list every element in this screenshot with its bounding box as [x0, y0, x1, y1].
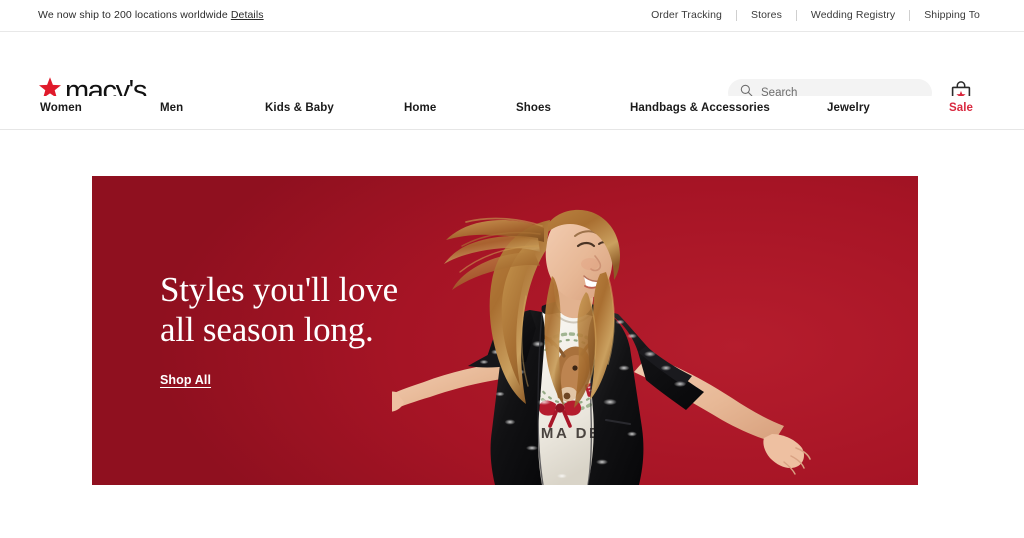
- hero-model-image: MAMA DEER: [392, 209, 811, 485]
- shipping-message: We now ship to 200 locations worldwide D…: [38, 9, 264, 21]
- nav-item-shoes[interactable]: Shoes: [516, 102, 551, 114]
- shipping-details-link[interactable]: Details: [231, 9, 264, 21]
- hero-copy: Styles you'll love all season long. Shop…: [160, 270, 398, 389]
- page-root: We now ship to 200 locations worldwide D…: [0, 0, 1024, 538]
- utility-link-wedding-registry[interactable]: Wedding Registry: [797, 9, 909, 21]
- top-utility-banner: We now ship to 200 locations worldwide D…: [0, 0, 1024, 32]
- shipping-message-text: We now ship to 200 locations worldwide: [38, 9, 228, 21]
- utility-link-stores[interactable]: Stores: [737, 9, 796, 21]
- hero-shop-all-link[interactable]: Shop All: [160, 373, 211, 387]
- hero-stage: MAMA DEER Styles you'll love all season …: [0, 130, 1024, 538]
- nav-item-sale[interactable]: Sale: [949, 102, 973, 114]
- hero-headline: Styles you'll love all season long.: [160, 270, 398, 349]
- hero-banner[interactable]: MAMA DEER Styles you'll love all season …: [92, 176, 918, 485]
- masthead: macy's: [0, 32, 1024, 107]
- main-navigation: Women Men Kids & Baby Home Shoes Handbag…: [0, 96, 1024, 130]
- nav-item-home[interactable]: Home: [404, 102, 436, 114]
- nav-item-men[interactable]: Men: [160, 102, 183, 114]
- nav-item-handbags-accessories[interactable]: Handbags & Accessories: [630, 102, 770, 114]
- utility-link-order-tracking[interactable]: Order Tracking: [637, 9, 736, 21]
- nav-item-women[interactable]: Women: [40, 102, 82, 114]
- nav-item-jewelry[interactable]: Jewelry: [827, 102, 870, 114]
- utility-links: Order Tracking Stores Wedding Registry S…: [637, 9, 980, 21]
- utility-link-shipping-to[interactable]: Shipping To: [910, 9, 980, 21]
- nav-item-kids-baby[interactable]: Kids & Baby: [265, 102, 334, 114]
